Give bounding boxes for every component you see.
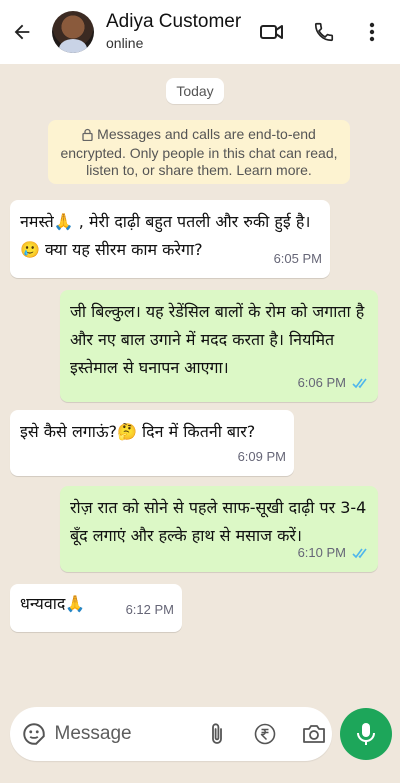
camera-icon[interactable] [296, 714, 333, 754]
message-input[interactable] [52, 714, 183, 754]
video-call-icon[interactable] [252, 12, 292, 52]
more-vert-icon[interactable] [352, 12, 392, 52]
sticker-icon[interactable] [16, 714, 53, 754]
encryption-text: Messages and calls are end-to-end encryp… [60, 126, 338, 178]
phone-icon[interactable] [304, 12, 344, 52]
contact-name: Adiya Customer [106, 11, 242, 32]
message-incoming[interactable]: इसे कैसे लगाऊं?🤔 दिन में कितनी बार? 6:09… [10, 410, 294, 476]
message-incoming[interactable]: नमस्ते🙏 , मेरी दाढ़ी बहुत पतली और रुकी ह… [10, 200, 330, 278]
message-time: 6:10 PM [297, 545, 346, 560]
contact-info[interactable]: Adiya Customer online [106, 11, 252, 53]
chat-area[interactable]: Today Messages and calls are end-to-end … [0, 64, 400, 700]
message-time: 6:06 PM [297, 375, 346, 390]
mic-icon[interactable] [340, 708, 392, 760]
message-text: इसे कैसे लगाऊं?🤔 दिन में कितनी बार? [20, 422, 256, 441]
contact-status: online [106, 35, 144, 51]
lock-icon [82, 128, 93, 145]
chat-header: Adiya Customer online [0, 0, 400, 64]
read-ticks-icon [352, 548, 370, 559]
avatar[interactable] [52, 11, 94, 53]
attach-icon[interactable] [199, 714, 236, 754]
message-incoming[interactable]: धन्यवाद🙏 6:12 PM [10, 584, 182, 632]
message-outgoing[interactable]: जी बिल्कुल। यह रेडेंसिल बालों के रोम को … [60, 290, 378, 402]
message-composer [10, 707, 332, 761]
message-time: 6:05 PM [273, 251, 322, 266]
date-separator: Today [166, 78, 224, 104]
encryption-notice[interactable]: Messages and calls are end-to-end encryp… [48, 120, 350, 184]
read-ticks-icon [352, 378, 370, 389]
message-time: 6:12 PM [125, 602, 174, 617]
back-arrow-icon[interactable] [0, 0, 44, 64]
message-text: धन्यवाद🙏 [20, 594, 86, 613]
rupee-payment-icon[interactable] [247, 714, 284, 754]
message-time: 6:09 PM [237, 449, 286, 464]
message-outgoing[interactable]: रोज़ रात को सोने से पहले साफ-सूखी दाढ़ी … [60, 486, 378, 572]
